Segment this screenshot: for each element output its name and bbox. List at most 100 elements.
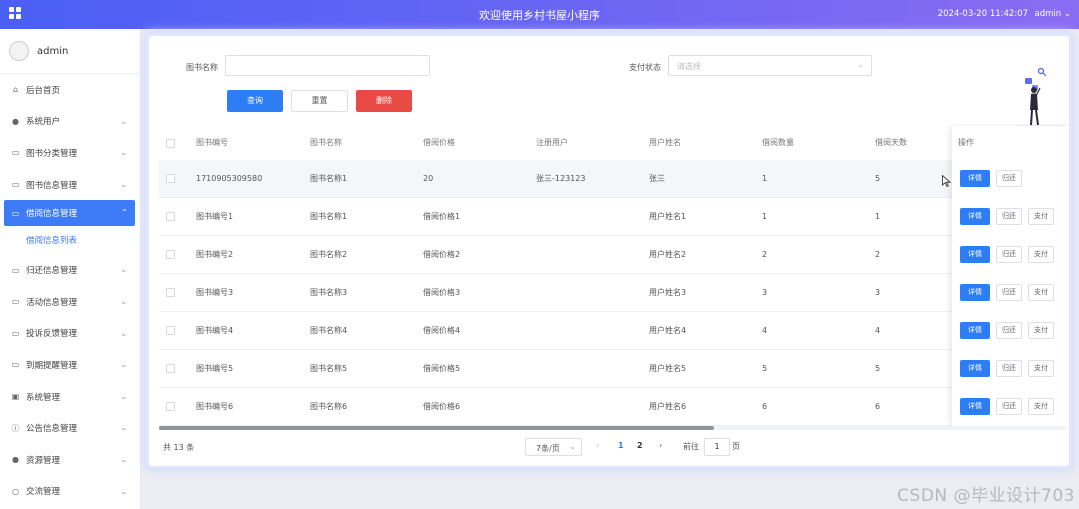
table-row[interactable]: 图书编号2 图书名称2 借阅价格2 用户姓名2 2 2 (159, 236, 1065, 274)
reset-button[interactable]: 重置 (291, 90, 348, 112)
user-icon: ● (12, 116, 19, 126)
chevron-down-icon: ⌄ (120, 328, 127, 338)
sidebar-item-7[interactable]: ▭ 投诉反馈管理 ⌄ (0, 318, 140, 350)
page-size-select[interactable]: 7条/页 ⌄ (525, 438, 582, 456)
table-cell: 1 (875, 212, 881, 221)
sidebar-item-5[interactable]: ▭ 归还信息管理 ⌄ (0, 254, 140, 286)
delete-button[interactable]: 删除 (356, 90, 412, 112)
sidebar-item-2[interactable]: ▭ 图书分类管理 ⌄ (0, 137, 140, 169)
pay-button[interactable]: 支付 (1028, 208, 1054, 225)
sidebar-item-12[interactable]: ○ 交流管理 ⌄ (0, 476, 140, 508)
detail-button[interactable]: 详情 (960, 398, 990, 415)
goto-page-input[interactable]: 1 (704, 438, 730, 456)
row-checkbox[interactable] (166, 364, 175, 373)
detail-button[interactable]: 详情 (960, 208, 990, 225)
document-icon: ▭ (11, 297, 20, 307)
user-menu[interactable]: admin ⌄ (1035, 9, 1071, 19)
table-row[interactable]: 图书编号1 图书名称1 借阅价格1 用户姓名1 1 1 (159, 198, 1065, 236)
table-row[interactable]: 图书编号4 图书名称4 借阅价格4 用户姓名4 4 4 (159, 312, 1065, 350)
return-button[interactable]: 归还 (996, 208, 1022, 225)
avatar[interactable] (9, 41, 29, 61)
row-checkbox[interactable] (166, 326, 175, 335)
table-cell: 图书编号4 (196, 326, 234, 335)
page-2[interactable]: 2 (637, 441, 643, 450)
return-button[interactable]: 归还 (996, 246, 1022, 263)
table-cell: 用户姓名6 (649, 402, 687, 411)
table-cell: 借阅价格2 (423, 250, 461, 259)
detail-button[interactable]: 详情 (960, 360, 990, 377)
document-icon: ▭ (11, 180, 20, 190)
table-row[interactable]: 图书编号6 图书名称6 借阅价格6 用户姓名6 6 6 (159, 388, 1065, 426)
return-button[interactable]: 归还 (996, 170, 1022, 187)
pay-button[interactable]: 支付 (1028, 360, 1054, 377)
chevron-down-icon: ⌄ (120, 296, 127, 306)
horizontal-scrollbar[interactable] (159, 426, 1065, 430)
pay-button[interactable]: 支付 (1028, 322, 1054, 339)
sidebar-item-11[interactable]: ● 资源管理 ⌄ (0, 444, 140, 476)
table-cell: 用户姓名1 (649, 212, 687, 221)
table-cell: 20 (423, 174, 434, 183)
table-cell: 图书名称6 (310, 402, 348, 411)
sidebar-item-3[interactable]: ▭ 图书信息管理 ⌄ (0, 169, 140, 201)
sidebar-item-8[interactable]: ▭ 到期提醒管理 ⌄ (0, 349, 140, 381)
return-button[interactable]: 归还 (996, 322, 1022, 339)
table-row[interactable]: 图书编号3 图书名称3 借阅价格3 用户姓名3 3 3 (159, 274, 1065, 312)
table-cell: 图书编号6 (196, 402, 234, 411)
chevron-up-icon: ⌃ (121, 208, 128, 218)
sidebar-item-label: 交流管理 (26, 487, 61, 498)
next-page-icon[interactable]: › (659, 441, 662, 450)
column-header: 用户姓名 (649, 138, 681, 147)
profile: admin (0, 29, 140, 74)
user-menu-label: admin (1034, 9, 1062, 19)
table-cell: 用户姓名3 (649, 288, 687, 297)
submenu-item-borrow-list[interactable]: 借阅信息列表 (0, 226, 140, 254)
table-cell: 借阅价格6 (423, 402, 461, 411)
detail-button[interactable]: 详情 (960, 322, 990, 339)
sidebar-item-6[interactable]: ▭ 活动信息管理 ⌄ (0, 286, 140, 318)
book-name-label: 图书名称 (186, 63, 218, 72)
chevron-down-icon: ⌄ (120, 391, 127, 401)
return-button[interactable]: 归还 (996, 360, 1022, 377)
table-cell: 借阅价格4 (423, 326, 461, 335)
table-cell: 图书编号2 (196, 250, 234, 259)
row-checkbox[interactable] (166, 288, 175, 297)
borrow-table: 图书编号 图书名称 借阅价格 注册用户 用户姓名 借阅数量 借阅天数 17109053095… (159, 126, 1069, 426)
top-bar: 欢迎使用乡村书屋小程序 2024-03-20 11:42:07 admin ⌄ (0, 0, 1079, 29)
select-all-checkbox[interactable] (166, 139, 175, 148)
column-header: 借阅天数 (875, 138, 907, 147)
ops-header: 操作 (958, 138, 974, 147)
pay-button[interactable]: 支付 (1028, 246, 1054, 263)
row-checkbox[interactable] (166, 402, 175, 411)
pay-status-select[interactable]: 请选择 ⌄ (668, 55, 872, 76)
sidebar-item-0[interactable]: ⌂ 后台首页 (0, 74, 140, 106)
scrollbar-thumb[interactable] (159, 426, 714, 430)
table-cell: 用户姓名4 (649, 326, 687, 335)
sidebar-item-4[interactable]: ▭ 借阅信息管理 ⌃ (4, 200, 135, 227)
detail-button[interactable]: 详情 (960, 170, 990, 187)
pay-button[interactable]: 支付 (1028, 284, 1054, 301)
detail-button[interactable]: 详情 (960, 246, 990, 263)
book-name-input[interactable] (225, 55, 430, 76)
datetime: 2024-03-20 11:42:07 (937, 9, 1028, 19)
page-1[interactable]: 1 (618, 441, 624, 450)
table-cell: 图书编号5 (196, 364, 234, 373)
return-button[interactable]: 归还 (996, 284, 1022, 301)
sidebar: admin ⌂ 后台首页 ● 系统用户 ⌄ ▭ 图书分类管理 ⌄ ▭ 图书信息管理 ⌄ ▭ 借阅信息管理… (0, 29, 141, 509)
pay-button[interactable]: 支付 (1028, 398, 1054, 415)
prev-page-icon[interactable]: ‹ (596, 441, 599, 450)
table-cell: 图书名称3 (310, 288, 348, 297)
table-row[interactable]: 1710905309580 图书名称1 20 张三-123123 张三 1 5 (159, 160, 1065, 198)
row-checkbox[interactable] (166, 212, 175, 221)
row-checkbox[interactable] (166, 174, 175, 183)
table-cell: 借阅价格5 (423, 364, 461, 373)
sidebar-item-9[interactable]: ▣ 系统管理 ⌄ (0, 381, 140, 413)
return-button[interactable]: 归还 (996, 398, 1022, 415)
chevron-down-icon: ⌄ (857, 60, 864, 69)
sidebar-item-10[interactable]: ⓘ 公告信息管理 ⌄ (0, 412, 140, 444)
table-cell: 1 (762, 174, 768, 183)
query-button[interactable]: 查询 (227, 90, 283, 112)
table-row[interactable]: 图书编号5 图书名称5 借阅价格5 用户姓名5 5 5 (159, 350, 1065, 388)
sidebar-item-1[interactable]: ● 系统用户 ⌄ (0, 106, 140, 138)
row-checkbox[interactable] (166, 250, 175, 259)
detail-button[interactable]: 详情 (960, 284, 990, 301)
